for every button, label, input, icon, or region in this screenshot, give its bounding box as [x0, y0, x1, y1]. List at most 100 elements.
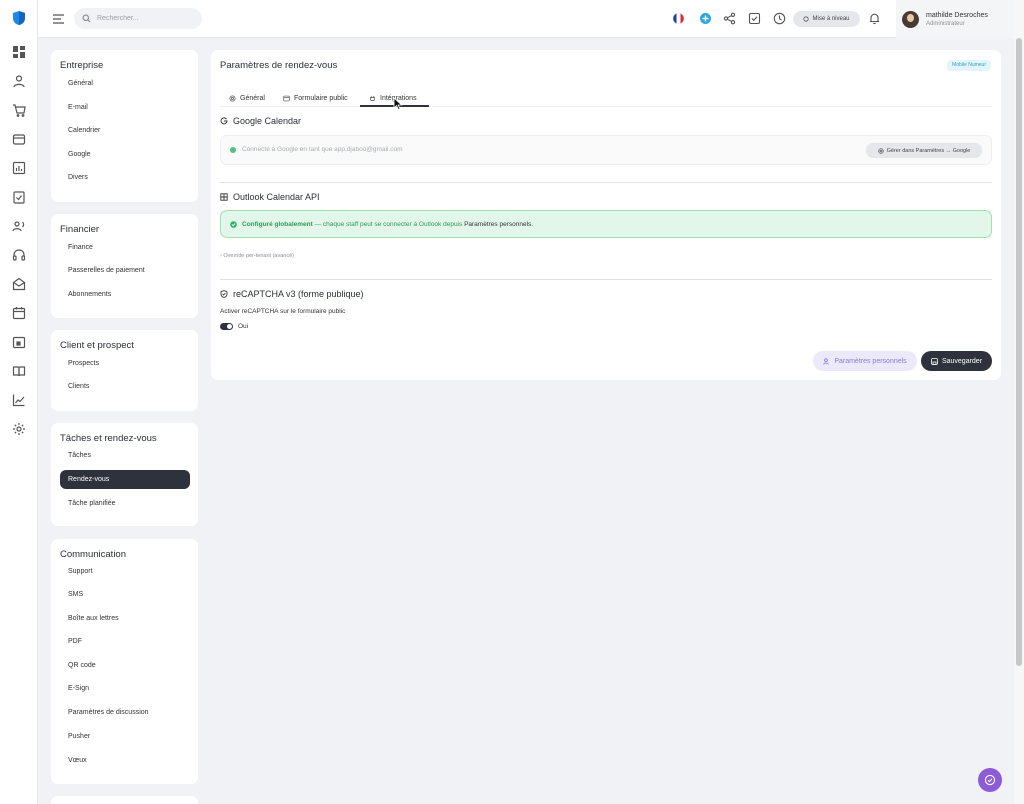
menu-item-taches[interactable]: Tâches: [60, 446, 190, 465]
menu-item-prospects[interactable]: Prospects: [60, 354, 190, 373]
tab-general[interactable]: Général: [229, 92, 265, 104]
menu-icon[interactable]: [52, 13, 65, 25]
gear-icon: [877, 147, 884, 154]
report-icon[interactable]: [12, 161, 26, 175]
manage-google-label: Gérer dans Paramètres → Google: [886, 147, 971, 154]
personal-settings-label: Paramètres personnels: [834, 357, 907, 365]
checkbox-icon[interactable]: [748, 12, 761, 25]
contacts-icon[interactable]: [12, 219, 26, 233]
menu-item-calendrier[interactable]: Calendrier: [60, 121, 190, 140]
wallet-icon[interactable]: [12, 132, 26, 146]
user-gear-icon: [823, 357, 830, 365]
tab-formulaire-public[interactable]: Formulaire public: [283, 92, 348, 104]
menu-item-general[interactable]: Général: [60, 74, 190, 93]
bell-icon[interactable]: [868, 12, 881, 25]
menu-card-title: Entreprise: [60, 60, 104, 71]
menu-item-divers[interactable]: Divers: [60, 168, 190, 187]
search-input[interactable]: [97, 15, 187, 22]
menu-item-pusher[interactable]: Pusher: [60, 727, 190, 746]
menu-item-tache-planifiee[interactable]: Tâche planifiée: [60, 494, 190, 513]
search-box[interactable]: [74, 8, 202, 29]
menu-item-e-sign[interactable]: E-Sign: [60, 679, 190, 698]
clock-icon[interactable]: [773, 12, 786, 25]
google-icon: [220, 117, 228, 125]
chat-bubble-icon: [984, 774, 996, 786]
user-profile[interactable]: mathilde Desroches Administrateur: [896, 0, 1014, 38]
menu-card-entreprise: Entreprise Général E-mail Calendrier Goo…: [51, 50, 198, 202]
menu-card-communication: Communication Support SMS Boîte aux lett…: [51, 539, 198, 784]
outlook-status-box: Configuré globalement — chaque staff peu…: [220, 210, 992, 238]
outlook-status-bold: Configuré globalement: [242, 220, 313, 228]
settings-panel: Paramètres de rendez-vous Mobile Numeur …: [211, 50, 1001, 380]
menu-item-clients[interactable]: Clients: [60, 377, 190, 396]
top-bar: Mise à niveau mathilde Desroches Adminis…: [38, 0, 1014, 38]
tab-label: Général: [240, 94, 265, 102]
menu-item-finance[interactable]: Finance: [60, 238, 190, 257]
personal-settings-link[interactable]: Paramètres personnels.: [464, 221, 533, 228]
save-button[interactable]: Sauvegarder: [921, 351, 992, 371]
settings-icon[interactable]: [12, 422, 26, 436]
mail-icon[interactable]: [12, 277, 26, 291]
menu-item-parametres-discussion[interactable]: Paramètres de discussion: [60, 703, 190, 722]
menu-item-rendez-vous[interactable]: Rendez-vous: [60, 470, 190, 489]
chart-icon[interactable]: [12, 393, 26, 407]
add-circle-icon[interactable]: [699, 12, 712, 25]
menu-item-voeux[interactable]: Vœux: [60, 751, 190, 770]
share-icon[interactable]: [723, 12, 736, 25]
upgrade-button[interactable]: Mise à niveau: [793, 11, 860, 27]
google-connection-box: Connecté à Google en tant que app.djaboo…: [220, 135, 992, 165]
personal-settings-button[interactable]: Paramètres personnels: [813, 351, 917, 371]
section-title-text: Outlook Calendar API: [233, 192, 320, 202]
form-icon: [283, 95, 290, 101]
support-icon[interactable]: [12, 248, 26, 262]
menu-card-title: Communication: [60, 549, 126, 560]
save-icon: [931, 357, 938, 365]
french-flag-icon[interactable]: [672, 12, 685, 25]
tab-label: Formulaire public: [294, 94, 348, 102]
user-role: Administrateur: [926, 20, 965, 27]
chat-button[interactable]: [978, 768, 1002, 792]
outlook-section-title: Outlook Calendar API: [220, 192, 320, 202]
menu-item-qr-code[interactable]: QR code: [60, 656, 190, 675]
menu-item-email[interactable]: E-mail: [60, 98, 190, 117]
section-title-text: reCAPTCHA v3 (forme publique): [233, 289, 364, 299]
user-icon[interactable]: [12, 74, 26, 88]
menu-item-boite-aux-lettres[interactable]: Boîte aux lettres: [60, 609, 190, 628]
menu-card-client: Client et prospect Prospects Clients: [51, 330, 198, 411]
page-title: Paramètres de rendez-vous: [220, 60, 338, 71]
divider: [220, 182, 992, 183]
task-icon[interactable]: [12, 190, 26, 204]
divider: [220, 279, 992, 280]
menu-card-title: Client et prospect: [60, 340, 134, 351]
status-dot: [230, 147, 236, 153]
windows-grid-icon: [220, 193, 228, 201]
dashboard-icon[interactable]: [12, 45, 26, 59]
app-logo-icon[interactable]: [11, 10, 27, 26]
menu-card-taches: Tâches et rendez-vous Tâches Rendez-vous…: [51, 423, 198, 526]
recaptcha-toggle-label: Oui: [238, 323, 249, 330]
upgrade-label: Mise à niveau: [812, 16, 850, 22]
menu-item-sms[interactable]: SMS: [60, 585, 190, 604]
calendar-icon[interactable]: [12, 306, 26, 320]
book-icon[interactable]: [12, 364, 26, 378]
tab-bar: Général Formulaire public Intégrations: [220, 88, 992, 107]
menu-item-google[interactable]: Google: [60, 145, 190, 164]
schedule-icon[interactable]: [12, 335, 26, 349]
cart-icon[interactable]: [12, 103, 26, 117]
recaptcha-toggle[interactable]: [220, 323, 233, 330]
menu-item-support[interactable]: Support: [60, 562, 190, 581]
section-title-text: Google Calendar: [233, 116, 302, 126]
outlook-status-text: — chaque staff peut se connecter à Outlo…: [312, 220, 465, 228]
override-toggle-link[interactable]: › Override per-tenant (avancé): [220, 253, 294, 259]
search-icon: [82, 14, 91, 23]
menu-card-title: Tâches et rendez-vous: [60, 433, 157, 444]
menu-card-financier: Financier Finance Passerelles de paiemen…: [51, 214, 198, 318]
menu-item-passerelles[interactable]: Passerelles de paiement: [60, 261, 190, 280]
menu-card-next: [51, 796, 198, 804]
google-section-title: Google Calendar: [220, 116, 301, 126]
menu-item-abonnements[interactable]: Abonnements: [60, 285, 190, 304]
manage-google-button[interactable]: Gérer dans Paramètres → Google: [866, 143, 982, 158]
scrollbar-thumb[interactable]: [1016, 38, 1022, 666]
menu-item-pdf[interactable]: PDF: [60, 632, 190, 651]
page-scrollbar[interactable]: [1014, 0, 1024, 804]
